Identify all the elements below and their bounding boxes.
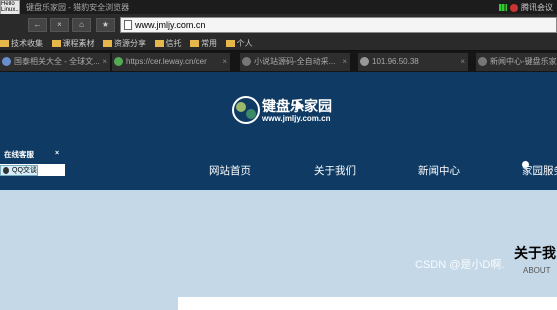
browser-tab[interactable]: 国泰相关大全 - 全球文... × bbox=[0, 53, 110, 71]
tab-strip: 国泰相关大全 - 全球文... × https://cer.leway.cn/ce… bbox=[0, 51, 557, 72]
content-area bbox=[0, 190, 557, 310]
bookmark-item[interactable]: 课程素材 bbox=[51, 36, 95, 51]
site-icon bbox=[2, 57, 11, 66]
close-icon[interactable]: × bbox=[102, 53, 107, 71]
nav-about[interactable]: 关于我们 bbox=[314, 163, 356, 178]
close-icon[interactable]: × bbox=[460, 53, 465, 71]
close-icon[interactable]: × bbox=[55, 150, 59, 157]
signal-icon bbox=[499, 4, 507, 12]
cursor-dot-icon bbox=[522, 161, 529, 168]
window-titlebar: Hello Linux... 键盘乐家园 - 猎豹安全浏览器 腾讯会议 bbox=[0, 0, 557, 16]
site-header bbox=[0, 72, 557, 190]
back-button[interactable]: ← bbox=[28, 18, 47, 32]
qq-chat-button[interactable]: QQ交谈 bbox=[0, 165, 38, 176]
close-icon[interactable]: × bbox=[222, 53, 227, 71]
home-button[interactable]: ⌂ bbox=[72, 18, 91, 32]
stop-button[interactable]: × bbox=[50, 18, 69, 32]
loading-icon bbox=[360, 57, 369, 66]
bookmark-star-button[interactable]: ★ bbox=[96, 18, 115, 32]
site-icon bbox=[478, 57, 487, 66]
site-icon bbox=[114, 57, 123, 66]
browser-toolbar: ← × ⌂ ★ www.jmljy.com.cn bbox=[0, 14, 557, 36]
site-logo-icon[interactable] bbox=[232, 96, 260, 124]
folder-icon bbox=[154, 40, 164, 47]
page-icon bbox=[124, 20, 132, 30]
address-text: www.jmljy.com.cn bbox=[135, 20, 206, 30]
folder-icon bbox=[0, 40, 9, 47]
bookmark-item[interactable]: 常用 bbox=[190, 36, 217, 51]
bookmark-item[interactable]: 信托 bbox=[154, 36, 182, 51]
bookmark-item[interactable]: 个人 bbox=[225, 36, 253, 51]
bookmark-item[interactable]: 技术收集 bbox=[0, 36, 43, 51]
content-card bbox=[178, 297, 557, 310]
site-url: www.jmljy.com.cn bbox=[262, 114, 331, 123]
folder-icon bbox=[190, 40, 200, 47]
nav-home[interactable]: 网站首页 bbox=[209, 163, 251, 178]
folder-icon bbox=[51, 40, 61, 47]
folder-icon bbox=[225, 40, 235, 47]
nav-news[interactable]: 新闻中心 bbox=[418, 163, 460, 178]
browser-tab[interactable]: 小说站源码-全自动采... × bbox=[240, 53, 350, 71]
watermark: CSDN @是小D啊. bbox=[415, 259, 505, 271]
browser-tab[interactable]: 新闻中心-键盘乐家园 bbox=[476, 53, 557, 71]
window-title: 键盘乐家园 - 猎豹安全浏览器 bbox=[26, 3, 130, 12]
tray: 腾讯会议 bbox=[499, 2, 553, 13]
bookmark-item[interactable]: 资源分享 bbox=[103, 36, 146, 51]
section-title: 关于我 bbox=[514, 245, 556, 261]
folder-icon bbox=[103, 40, 113, 47]
bookmarks-bar: 技术收集 课程素材 资源分享 信托 常用 个人 bbox=[0, 36, 557, 51]
network-label: 腾讯会议 bbox=[521, 3, 553, 12]
close-icon[interactable]: × bbox=[342, 53, 347, 71]
browser-tab[interactable]: https://cer.leway.cn/cer × bbox=[112, 53, 230, 71]
section-subtitle: ABOUT bbox=[523, 266, 551, 275]
address-bar[interactable]: www.jmljy.com.cn bbox=[120, 17, 557, 33]
user-icon bbox=[510, 3, 518, 12]
site-icon bbox=[242, 57, 251, 66]
browser-tab[interactable]: 101.96.50.38 × bbox=[358, 53, 468, 71]
